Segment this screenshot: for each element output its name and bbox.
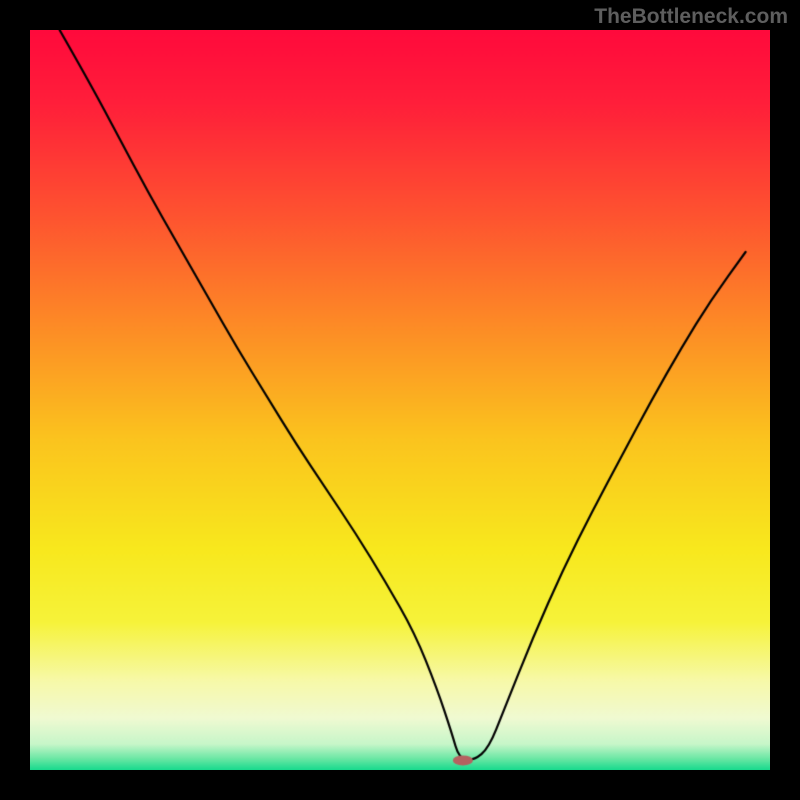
watermark-text: TheBottleneck.com xyxy=(594,5,788,29)
plot-area xyxy=(30,30,770,770)
bottleneck-curve xyxy=(30,30,770,770)
chart-frame: TheBottleneck.com xyxy=(0,0,800,800)
